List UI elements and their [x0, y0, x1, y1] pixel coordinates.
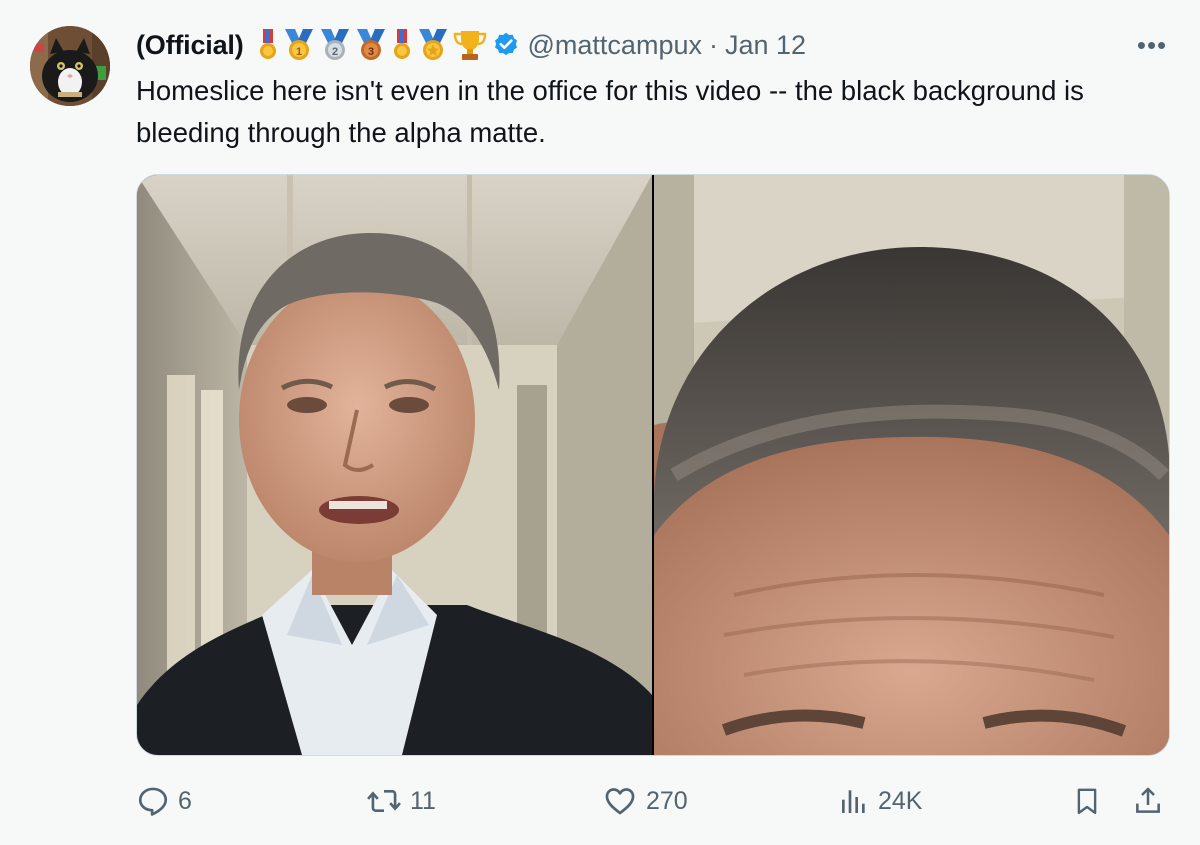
svg-text:2: 2 [331, 46, 337, 58]
sports-medal-icon [418, 29, 447, 60]
medal-icon [259, 29, 276, 59]
bookmark-button[interactable] [1072, 780, 1102, 822]
bookmark-icon [1077, 788, 1097, 815]
repost-button[interactable]: 11 [366, 780, 436, 822]
repost-icon [367, 789, 401, 813]
reply-icon [138, 787, 168, 816]
tweet-date[interactable]: Jan 12 [725, 30, 806, 61]
views-count: 24K [878, 786, 923, 815]
forehead-closeup-image [654, 175, 1169, 755]
author-name[interactable]: (Official) [136, 30, 244, 61]
silver-medal-2-icon: 2 [320, 29, 349, 60]
tweet-text: Homeslice here isn't even in the office … [136, 75, 1084, 148]
share-button[interactable] [1132, 780, 1164, 822]
more-options-button[interactable]: ••• [1132, 30, 1172, 60]
tweet-media[interactable] [136, 174, 1170, 756]
views-button[interactable]: 24K [838, 780, 922, 822]
more-icon: ••• [1136, 29, 1168, 60]
video-frame-left[interactable] [137, 175, 652, 755]
author-handle[interactable]: @mattcampux [528, 30, 702, 61]
man-in-hallway-image [137, 175, 652, 755]
video-frame-right[interactable] [654, 175, 1169, 755]
like-count: 270 [646, 786, 688, 815]
reply-count: 6 [178, 786, 192, 815]
share-icon [1136, 787, 1160, 813]
header-separator: · [708, 29, 718, 60]
badge-row: 1 2 3 [256, 29, 488, 61]
heart-icon [605, 788, 635, 815]
reply-button[interactable]: 6 [136, 780, 192, 822]
repost-count: 11 [410, 786, 436, 815]
analytics-icon [842, 790, 865, 813]
avatar-cat-image [30, 26, 110, 106]
trophy-icon [453, 31, 486, 60]
author-avatar[interactable] [30, 26, 110, 106]
verified-badge-icon[interactable] [492, 31, 520, 59]
action-bar: 6 11 270 24K [136, 780, 1168, 822]
medal-icon [393, 29, 410, 59]
gold-medal-1-icon: 1 [284, 29, 313, 60]
svg-text:3: 3 [367, 46, 373, 58]
bronze-medal-3-icon: 3 [356, 29, 385, 60]
like-button[interactable]: 270 [602, 780, 688, 822]
tweet-header: (Official) 1 2 3 @mattcampux · Jan 12 [136, 26, 806, 64]
svg-text:1: 1 [295, 46, 301, 58]
